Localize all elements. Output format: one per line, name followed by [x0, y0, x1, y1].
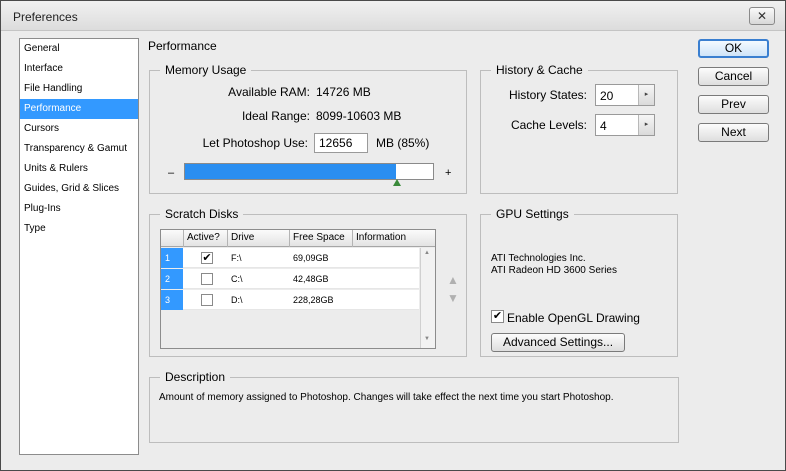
active-checkbox[interactable]: ✔: [201, 252, 213, 264]
available-ram-label: Available RAM:: [228, 85, 310, 99]
drive-cell: D:\: [231, 295, 243, 305]
active-checkbox[interactable]: [201, 273, 213, 285]
row-number: 3: [161, 290, 183, 310]
row-number: 2: [161, 269, 183, 289]
col-active[interactable]: Active?: [187, 232, 220, 243]
description-legend: Description: [160, 370, 231, 384]
history-states-field[interactable]: 20 ▸: [595, 84, 655, 106]
scratch-disks-table[interactable]: Active? Drive Free Space Information 1 ✔…: [160, 229, 436, 349]
memory-slider-handle[interactable]: [392, 179, 401, 186]
col-drive[interactable]: Drive: [231, 232, 254, 243]
table-row[interactable]: 1 ✔ F:\ 69,09GB: [161, 248, 419, 268]
photoshop-use-label: Let Photoshop Use:: [202, 136, 308, 150]
free-space-cell: 69,09GB: [293, 253, 329, 263]
table-row[interactable]: 3 D:\ 228,28GB: [161, 290, 419, 310]
dialog-body: General Interface File Handling Performa…: [7, 32, 779, 468]
active-checkbox[interactable]: [201, 294, 213, 306]
move-up-icon[interactable]: ▲: [447, 273, 459, 287]
slider-minus-label: –: [168, 167, 175, 179]
cache-levels-label: Cache Levels:: [510, 118, 587, 132]
window-title: Preferences: [13, 10, 78, 24]
scratch-disks-legend: Scratch Disks: [160, 207, 244, 221]
history-cache-group: History & Cache History States: 20 ▸ Cac…: [480, 63, 678, 194]
photoshop-use-suffix: MB (85%): [376, 136, 430, 150]
scratch-disks-group: Scratch Disks Active? Drive Free Space I…: [149, 207, 467, 357]
move-down-icon[interactable]: ▼: [447, 291, 459, 305]
drive-cell: F:\: [231, 253, 242, 263]
memory-usage-legend: Memory Usage: [160, 63, 252, 77]
free-space-cell: 42,48GB: [293, 274, 329, 284]
gpu-settings-legend: GPU Settings: [491, 207, 574, 221]
cache-levels-value: 4: [600, 119, 607, 133]
row-number: 1: [161, 248, 183, 268]
sidebar-item-transparency-gamut[interactable]: Transparency & Gamut: [20, 139, 138, 159]
sidebar-item-file-handling[interactable]: File Handling: [20, 79, 138, 99]
cancel-button[interactable]: Cancel: [698, 67, 769, 86]
page-title: Performance: [148, 39, 217, 53]
slider-plus-label: +: [445, 167, 452, 179]
close-button[interactable]: ✕: [749, 7, 775, 25]
memory-slider-fill: [185, 164, 396, 179]
table-row[interactable]: 2 C:\ 42,48GB: [161, 269, 419, 289]
drive-cell: C:\: [231, 274, 243, 284]
table-scrollbar[interactable]: ▲ ▼: [420, 248, 435, 348]
sidebar-item-cursors[interactable]: Cursors: [20, 119, 138, 139]
scroll-up-icon[interactable]: ▲: [424, 250, 430, 256]
title-bar[interactable]: Preferences ✕: [1, 1, 785, 31]
memory-usage-group: Memory Usage Available RAM: 14726 MB Ide…: [149, 63, 467, 194]
preferences-window: Preferences ✕ General Interface File Han…: [0, 0, 786, 471]
sidebar-item-performance[interactable]: Performance: [20, 99, 138, 119]
sidebar-item-interface[interactable]: Interface: [20, 59, 138, 79]
history-states-value: 20: [600, 89, 614, 103]
history-states-label: History States:: [508, 88, 587, 102]
memory-slider[interactable]: [184, 163, 434, 180]
sidebar-item-general[interactable]: General: [20, 39, 138, 59]
cache-levels-field[interactable]: 4 ▸: [595, 114, 655, 136]
advanced-settings-button[interactable]: Advanced Settings...: [491, 333, 625, 352]
sidebar-item-type[interactable]: Type: [20, 219, 138, 239]
ideal-range-label: Ideal Range:: [241, 109, 310, 123]
sidebar-item-units-rulers[interactable]: Units & Rulers: [20, 159, 138, 179]
col-free-space[interactable]: Free Space: [293, 232, 345, 243]
ok-button[interactable]: OK: [698, 39, 769, 58]
table-header: Active? Drive Free Space Information: [161, 230, 435, 247]
description-group: Description Amount of memory assigned to…: [149, 370, 679, 443]
col-information[interactable]: Information: [356, 232, 406, 243]
photoshop-use-input[interactable]: [314, 133, 368, 153]
gpu-model: ATI Radeon HD 3600 Series: [491, 265, 617, 276]
ideal-range-value: 8099-10603 MB: [316, 109, 402, 123]
available-ram-value: 14726 MB: [316, 85, 371, 99]
scroll-down-icon[interactable]: ▼: [424, 336, 430, 342]
cache-levels-arrow-icon[interactable]: ▸: [638, 115, 654, 135]
gpu-settings-group: GPU Settings ATI Technologies Inc. ATI R…: [480, 207, 678, 357]
opengl-checkbox[interactable]: ✔: [491, 310, 504, 323]
category-list[interactable]: General Interface File Handling Performa…: [19, 38, 139, 455]
history-states-arrow-icon[interactable]: ▸: [638, 85, 654, 105]
free-space-cell: 228,28GB: [293, 295, 334, 305]
next-button[interactable]: Next: [698, 123, 769, 142]
sidebar-item-plug-ins[interactable]: Plug-Ins: [20, 199, 138, 219]
gpu-vendor: ATI Technologies Inc.: [491, 253, 586, 264]
opengl-label[interactable]: Enable OpenGL Drawing: [507, 311, 640, 325]
prev-button[interactable]: Prev: [698, 95, 769, 114]
description-text: Amount of memory assigned to Photoshop. …: [159, 392, 614, 403]
sidebar-item-guides-grid-slices[interactable]: Guides, Grid & Slices: [20, 179, 138, 199]
history-cache-legend: History & Cache: [491, 63, 588, 77]
